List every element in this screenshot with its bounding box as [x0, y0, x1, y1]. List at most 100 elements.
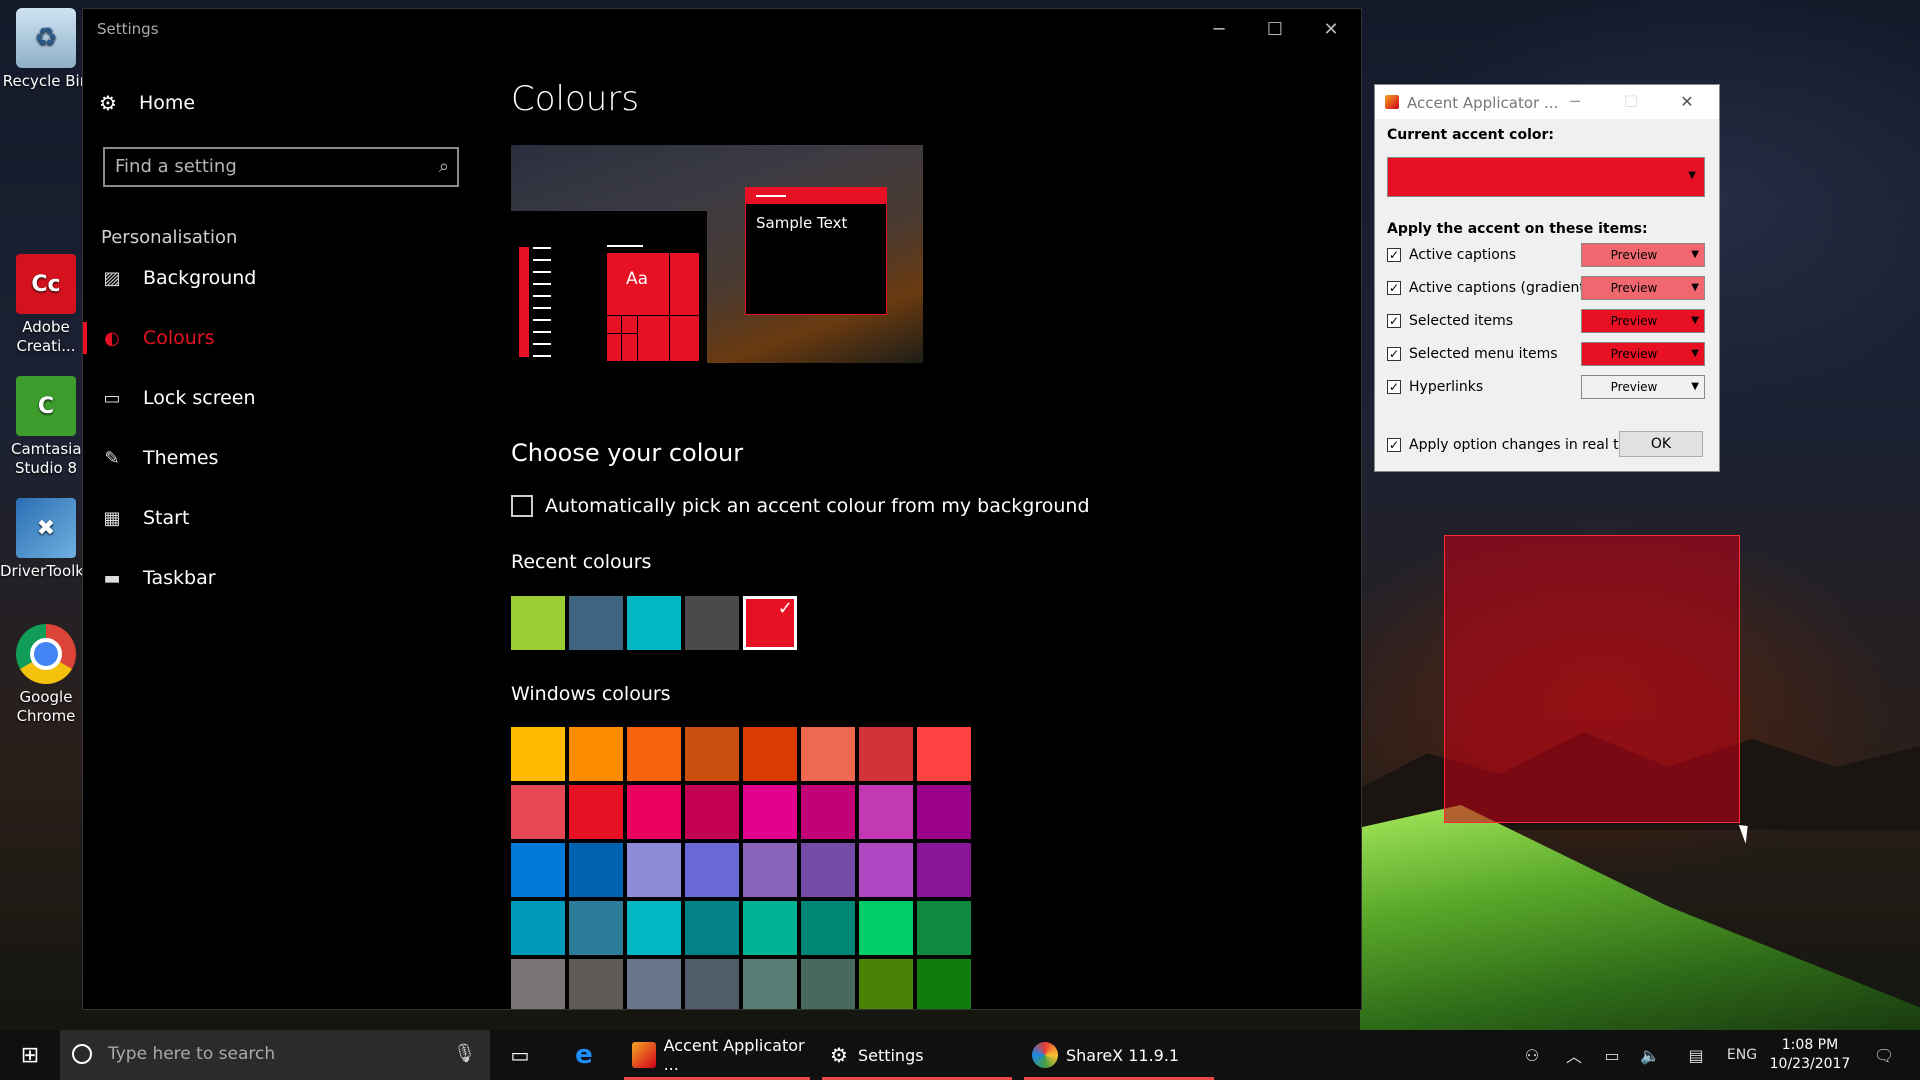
accent-item-checkbox[interactable]: ✓: [1387, 281, 1401, 295]
accent-item-checkbox[interactable]: ✓: [1387, 314, 1401, 328]
accent-close-button[interactable]: ✕: [1667, 89, 1707, 115]
battery-button[interactable]: ▭: [1594, 1030, 1630, 1080]
windows-colour-swatch[interactable]: [917, 785, 971, 839]
windows-colour-swatch[interactable]: [569, 785, 623, 839]
desktop-icon-recycle-bin[interactable]: ♻ Recycle Bin: [0, 8, 92, 91]
taskbar-app-sharex[interactable]: ShareX 11.9.1: [1024, 1030, 1214, 1080]
nav-item-lock-screen[interactable]: ▭ Lock screen: [83, 370, 483, 426]
windows-colour-swatch[interactable]: [859, 727, 913, 781]
windows-colour-swatch[interactable]: [859, 785, 913, 839]
windows-colour-swatch[interactable]: [627, 901, 681, 955]
windows-colour-swatch[interactable]: [917, 843, 971, 897]
recent-colour-swatch[interactable]: [685, 596, 739, 650]
preview-dropdown[interactable]: Preview ▼: [1581, 342, 1705, 366]
preview-dropdown[interactable]: Preview ▼: [1581, 243, 1705, 267]
nav-home[interactable]: ⚙ Home: [99, 91, 195, 115]
auto-pick-checkbox[interactable]: [511, 495, 533, 517]
windows-colour-swatch[interactable]: [743, 959, 797, 1009]
windows-colour-swatch[interactable]: [859, 843, 913, 897]
preview-dropdown[interactable]: Preview ▼: [1581, 309, 1705, 333]
windows-colour-swatch[interactable]: [917, 727, 971, 781]
network-button[interactable]: ▤: [1676, 1030, 1716, 1080]
accent-item-checkbox[interactable]: ✓: [1387, 347, 1401, 361]
accent-titlebar[interactable]: Accent Applicator ... ─ ☐ ✕: [1375, 85, 1719, 119]
nav-item-label: Colours: [143, 327, 215, 349]
screen-region-selection[interactable]: [1444, 535, 1740, 823]
recent-colour-swatch[interactable]: [569, 596, 623, 650]
windows-colour-swatch[interactable]: [569, 727, 623, 781]
windows-colour-swatch[interactable]: [685, 959, 739, 1009]
windows-colour-swatch[interactable]: [801, 959, 855, 1009]
taskbar-search[interactable]: Type here to search 🎙: [60, 1030, 490, 1080]
windows-colour-swatch[interactable]: [917, 959, 971, 1009]
window-title: Settings: [97, 20, 159, 38]
windows-colour-swatch[interactable]: [685, 901, 739, 955]
accent-item-checkbox[interactable]: ✓: [1387, 380, 1401, 394]
preview-dropdown[interactable]: Preview ▼: [1581, 375, 1705, 399]
taskbar-app-settings[interactable]: ⚙ Settings: [822, 1030, 1012, 1080]
windows-colour-swatch[interactable]: [627, 843, 681, 897]
current-accent-dropdown[interactable]: ▼: [1387, 157, 1705, 197]
nav-item-background[interactable]: ▨ Background: [83, 250, 483, 306]
windows-colour-swatch[interactable]: [801, 843, 855, 897]
windows-colour-swatch[interactable]: [569, 901, 623, 955]
windows-colour-swatch[interactable]: [801, 785, 855, 839]
action-center-button[interactable]: 🗨: [1864, 1030, 1904, 1080]
desktop-icon-chrome[interactable]: Google Chrome: [0, 624, 92, 726]
windows-colour-swatch[interactable]: [569, 843, 623, 897]
windows-colour-swatch[interactable]: [743, 901, 797, 955]
nav-item-themes[interactable]: ✎ Themes: [83, 430, 483, 486]
maximize-button[interactable]: ☐: [1247, 9, 1303, 49]
windows-colour-swatch[interactable]: [801, 727, 855, 781]
microphone-icon[interactable]: 🎙: [453, 1043, 476, 1064]
recent-colour-swatch[interactable]: [627, 596, 681, 650]
windows-colour-swatch[interactable]: [511, 727, 565, 781]
start-button[interactable]: ⊞: [0, 1030, 60, 1080]
ok-button[interactable]: OK: [1619, 431, 1703, 457]
windows-colour-swatch[interactable]: [917, 901, 971, 955]
recent-colour-swatch[interactable]: [511, 596, 565, 650]
accent-minimize-button[interactable]: ─: [1555, 89, 1595, 115]
find-setting-input[interactable]: Find a setting ⌕: [103, 147, 459, 187]
windows-colour-swatch[interactable]: [685, 785, 739, 839]
auto-pick-option[interactable]: Automatically pick an accent colour from…: [511, 495, 1090, 517]
minimize-button[interactable]: ─: [1191, 9, 1247, 49]
nav-item-taskbar[interactable]: ▬ Taskbar: [83, 550, 483, 606]
windows-colour-swatch[interactable]: [685, 727, 739, 781]
desktop-icon-camtasia[interactable]: C Camtasia Studio 8: [0, 376, 92, 478]
taskbar-app-accent[interactable]: Accent Applicator ...: [624, 1030, 810, 1080]
language-button[interactable]: ENG: [1722, 1030, 1762, 1080]
windows-colour-swatch[interactable]: [801, 901, 855, 955]
show-hidden-icons-button[interactable]: ︿: [1556, 1030, 1592, 1080]
windows-colour-swatch[interactable]: [859, 959, 913, 1009]
windows-colour-swatch[interactable]: [859, 901, 913, 955]
windows-colour-swatch[interactable]: [627, 785, 681, 839]
windows-colour-swatch[interactable]: [685, 843, 739, 897]
nav-item-start[interactable]: ▦ Start: [83, 490, 483, 546]
task-view-button[interactable]: ▭: [500, 1030, 540, 1080]
windows-colour-swatch[interactable]: [743, 843, 797, 897]
desktop-icon-drivertoolkit[interactable]: ✖ DriverToolkit: [0, 498, 94, 581]
edge-icon: e: [575, 1040, 593, 1070]
nav-item-colours[interactable]: ◐ Colours: [83, 310, 483, 366]
windows-colour-swatch[interactable]: [627, 959, 681, 1009]
volume-button[interactable]: 🔈: [1632, 1030, 1668, 1080]
clock[interactable]: 1:08 PM 10/23/2017: [1760, 1036, 1860, 1074]
windows-colour-swatch[interactable]: [511, 901, 565, 955]
windows-colour-swatch[interactable]: [569, 959, 623, 1009]
close-button[interactable]: ✕: [1303, 9, 1359, 49]
windows-colour-swatch[interactable]: [511, 959, 565, 1009]
edge-button[interactable]: e: [564, 1030, 604, 1080]
settings-titlebar[interactable]: Settings ─ ☐ ✕: [83, 9, 1361, 49]
desktop-icon-adobe[interactable]: Cc Adobe Creati...: [0, 254, 92, 356]
windows-colour-swatch[interactable]: [743, 785, 797, 839]
windows-colour-swatch[interactable]: [627, 727, 681, 781]
recent-colour-swatch[interactable]: [743, 596, 797, 650]
windows-colour-swatch[interactable]: [743, 727, 797, 781]
windows-colour-swatch[interactable]: [511, 785, 565, 839]
accent-item-checkbox[interactable]: ✓: [1387, 248, 1401, 262]
windows-colour-swatch[interactable]: [511, 843, 565, 897]
preview-dropdown[interactable]: Preview ▼: [1581, 276, 1705, 300]
realtime-checkbox[interactable]: ✓: [1387, 438, 1401, 452]
people-button[interactable]: ⚇: [1512, 1030, 1552, 1080]
